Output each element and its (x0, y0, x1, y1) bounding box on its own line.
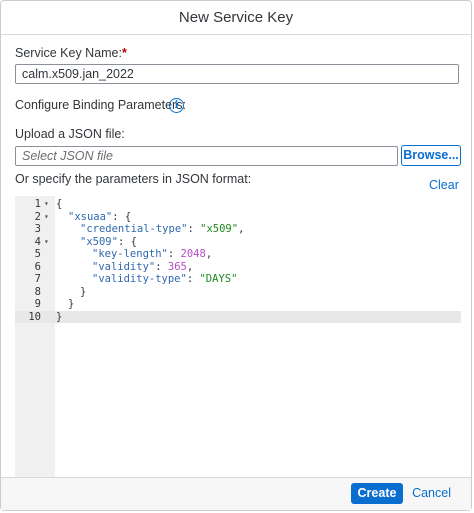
fold-toggle-icon[interactable]: ▾ (44, 236, 49, 249)
editor-line[interactable]: 3 "credential-type": "x509", (15, 223, 461, 236)
line-number: 8 (34, 285, 41, 298)
editor-line[interactable]: 8} (15, 286, 461, 299)
code-text: } (80, 285, 87, 298)
code-text: } (68, 298, 75, 310)
code-text: "credential-type": "x509", (80, 223, 245, 235)
editor-line[interactable]: 4 ▾ "x509": { (15, 236, 461, 249)
editor-line[interactable]: 6 "validity": 365, (15, 261, 461, 274)
line-number: 6 (34, 260, 41, 273)
cancel-button[interactable]: Cancel (412, 483, 451, 504)
code-text: "validity-type": "DAYS" (92, 273, 238, 285)
line-number: 4 (34, 235, 41, 248)
dialog-header: New Service Key (1, 1, 471, 35)
service-key-name-value: calm.x509.jan_2022 (22, 67, 134, 81)
line-number: 9 (34, 298, 41, 310)
line-number: 3 (34, 223, 41, 235)
service-key-name-input[interactable]: calm.x509.jan_2022 (15, 64, 459, 84)
line-number: 10 (28, 310, 41, 323)
code-text: "xsuaa": { (68, 210, 132, 223)
json-editor[interactable]: 1 ▾{2 ▾ "xsuaa": {3 "credential-type": "x509… (15, 196, 461, 477)
code-text: { (56, 198, 63, 210)
editor-line[interactable]: 1 ▾ { (15, 198, 461, 211)
json-file-placeholder: Select JSON file (22, 149, 114, 163)
new-service-key-dialog: New Service Key Service Key Name:* calm.… (0, 0, 472, 511)
code-text: "validity": 365, (92, 260, 194, 273)
info-icon[interactable]: i (169, 98, 184, 113)
line-number: 7 (34, 273, 41, 285)
dialog-footer: Create Cancel (1, 477, 471, 510)
code-text: "x509": { (80, 235, 137, 248)
json-file-input[interactable]: Select JSON file (15, 146, 398, 166)
fold-toggle-icon[interactable]: ▾ (44, 198, 49, 211)
dialog-title: New Service Key (178, 9, 294, 26)
editor-line[interactable]: 2 ▾ "xsuaa": { (15, 211, 461, 224)
editor-line[interactable]: 5 "key-length": 2048, (15, 248, 461, 261)
code-text: "key-length": 2048, (92, 248, 213, 260)
line-number: 2 (34, 210, 41, 223)
editor-line[interactable]: 9} (15, 298, 461, 311)
required-marker: * (121, 46, 127, 60)
json-format-label: Or specify the parameters in JSON format… (15, 172, 252, 186)
editor-line[interactable]: 10} (15, 310, 461, 323)
service-key-name-label: Service Key Name:* (15, 46, 127, 60)
create-button[interactable]: Create (351, 483, 403, 504)
upload-json-label: Upload a JSON file: (15, 127, 125, 141)
line-number: 5 (34, 248, 41, 260)
code-text: } (56, 310, 63, 323)
fold-toggle-icon[interactable]: ▾ (44, 211, 49, 224)
editor-line[interactable]: 7 "validity-type": "DAYS" (15, 273, 461, 286)
clear-link[interactable]: Clear (429, 178, 459, 192)
browse-button[interactable]: Browse... (401, 145, 461, 166)
line-number: 1 (34, 198, 41, 210)
binding-parameters-label: Configure Binding Parameters: (15, 98, 186, 112)
